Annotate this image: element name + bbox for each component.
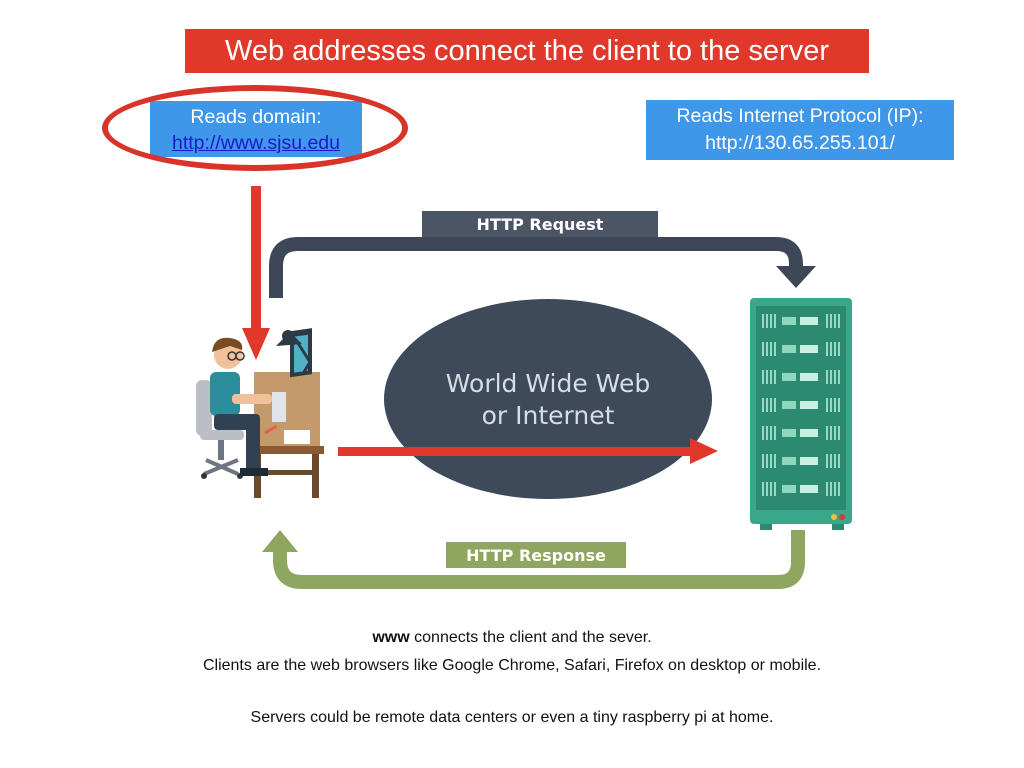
internet-cloud: World Wide Web or Internet	[384, 299, 712, 499]
client-person-icon	[196, 328, 324, 498]
http-response-pill: HTTP Response	[446, 542, 626, 568]
web-label-line2: or Internet	[482, 401, 615, 430]
caption-line-1-text: connects the client and the sever.	[409, 629, 652, 646]
http-response-label: HTTP Response	[466, 546, 606, 565]
server-rack-icon	[750, 298, 852, 530]
http-request-pill: HTTP Request	[422, 211, 658, 237]
caption-www: www	[372, 629, 410, 646]
caption-line-3: Servers could be remote data centers or …	[250, 709, 774, 726]
web-label-line1: World Wide Web	[446, 369, 650, 398]
slide: Web addresses connect the client to the …	[0, 0, 1024, 768]
domain-to-client-arrow	[242, 186, 270, 360]
http-request-label: HTTP Request	[477, 215, 604, 234]
client-server-diagram: HTTP Request HTTP Response World Wide We…	[196, 186, 852, 589]
http-request-arrow	[269, 237, 816, 298]
caption-line-1: www connects the client and the sever.	[0, 629, 1024, 647]
caption-line-2: Clients are the web browsers like Google…	[202, 657, 822, 674]
